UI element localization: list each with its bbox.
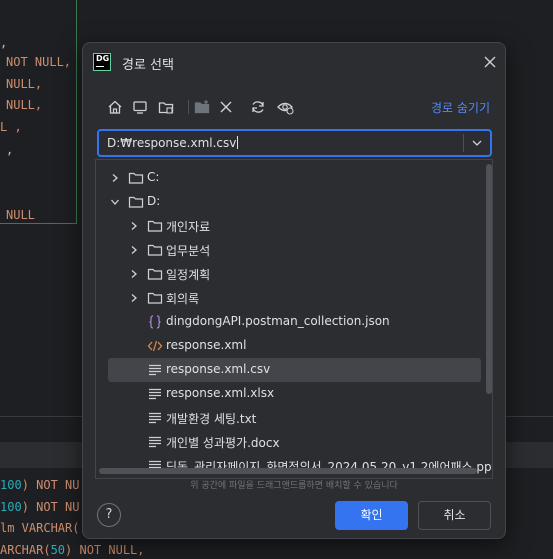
xml-file-icon bbox=[147, 340, 163, 352]
refresh-icon[interactable] bbox=[249, 98, 267, 116]
code-line: , bbox=[0, 36, 8, 50]
tree-item-label: 회의록 bbox=[166, 292, 200, 306]
new-folder-icon[interactable] bbox=[193, 98, 211, 116]
tree-item-label: 업무분석 bbox=[166, 244, 211, 258]
tree-item-folder[interactable]: 업무분석 bbox=[96, 238, 492, 262]
file-tree[interactable]: C: D: 개인자료 업무분석 일정계획 회의록 dingdongAPI.pos… bbox=[95, 159, 493, 479]
tree-item-label: 일정계획 bbox=[166, 268, 211, 282]
tree-item-file[interactable]: 딩동_관리자페이지_화면정의서_2024.05.20_v1.2에어패스.ppt bbox=[96, 454, 492, 478]
folder-icon bbox=[147, 220, 163, 232]
datagrip-logo-icon: DG bbox=[93, 53, 111, 71]
vertical-scrollbar[interactable] bbox=[486, 164, 492, 394]
path-select-dialog: DG 경로 선택 경로 숨기기 D:₩response.xml.csv C: D… bbox=[82, 42, 506, 539]
dropdown-separator bbox=[463, 134, 464, 152]
ok-button[interactable]: 확인 bbox=[335, 501, 408, 530]
code-line: , bbox=[6, 143, 14, 157]
code-line: NULL, bbox=[6, 77, 43, 91]
home-icon[interactable] bbox=[106, 98, 124, 116]
desktop-icon[interactable] bbox=[131, 98, 149, 116]
tree-item-file[interactable]: response.xml.xlsx bbox=[96, 382, 492, 406]
tree-item-drive-c[interactable]: C: bbox=[96, 166, 492, 190]
toolbar-separator bbox=[188, 100, 189, 114]
folder-icon bbox=[128, 172, 144, 184]
tree-item-label: D: bbox=[147, 194, 161, 208]
folder-icon bbox=[147, 292, 163, 304]
chevron-down-icon[interactable] bbox=[110, 197, 120, 207]
folder-icon bbox=[147, 268, 163, 280]
tree-item-drive-d[interactable]: D: bbox=[96, 190, 492, 214]
json-file-icon bbox=[149, 315, 161, 329]
delete-icon[interactable] bbox=[217, 98, 235, 116]
tree-item-file[interactable]: 개인별 성과평가.docx bbox=[96, 430, 492, 454]
tree-item-label: C: bbox=[147, 170, 160, 184]
code-line: NOT NULL, bbox=[6, 55, 72, 69]
drag-drop-hint: 위 공간에 파일을 드래그앤드롭하면 배치할 수 있습니다 bbox=[190, 481, 398, 491]
tree-item-label: 개인자료 bbox=[166, 220, 211, 234]
folder-icon bbox=[147, 244, 163, 256]
text-file-icon bbox=[149, 436, 161, 448]
editor-selection-box bbox=[0, 0, 77, 224]
hide-path-link[interactable]: 경로 숨기기 bbox=[431, 99, 490, 116]
code-line: ARCHAR(50) NOT NULL, bbox=[0, 543, 145, 557]
dialog-titlebar[interactable]: DG 경로 선택 bbox=[83, 43, 505, 81]
help-button[interactable]: ? bbox=[97, 503, 121, 527]
horizontal-scrollbar[interactable] bbox=[99, 468, 477, 474]
text-file-icon bbox=[149, 364, 161, 376]
dialog-title: 경로 선택 bbox=[122, 58, 174, 73]
tree-item-file[interactable]: dingdongAPI.postman_collection.json bbox=[96, 310, 492, 334]
cancel-button[interactable]: 취소 bbox=[418, 501, 491, 530]
text-file-icon bbox=[149, 388, 161, 400]
tree-item-folder[interactable]: 개인자료 bbox=[96, 214, 492, 238]
tree-item-label: 개발환경 세팅.txt bbox=[166, 412, 257, 426]
tree-item-label: dingdongAPI.postman_collection.json bbox=[166, 314, 390, 328]
chevron-right-icon[interactable] bbox=[110, 173, 120, 183]
tree-item-label: response.xml bbox=[166, 338, 247, 352]
tree-item-label: response.xml.csv bbox=[166, 362, 271, 376]
show-hidden-icon[interactable] bbox=[276, 98, 294, 116]
tree-item-file[interactable]: 개발환경 세팅.txt bbox=[96, 406, 492, 430]
tree-item-file-selected[interactable]: response.xml.csv bbox=[108, 358, 481, 382]
close-icon[interactable] bbox=[482, 54, 498, 70]
chevron-right-icon[interactable] bbox=[129, 293, 139, 303]
tree-item-label: response.xml.xlsx bbox=[166, 386, 275, 400]
chevron-down-icon[interactable] bbox=[471, 138, 483, 148]
path-input-value[interactable]: D:₩response.xml.csv bbox=[107, 136, 238, 150]
tree-item-folder[interactable]: 회의록 bbox=[96, 286, 492, 310]
folder-icon bbox=[128, 196, 144, 208]
tree-item-folder[interactable]: 일정계획 bbox=[96, 262, 492, 286]
code-line: 100) NOT NU bbox=[0, 478, 80, 492]
path-input[interactable]: D:₩response.xml.csv bbox=[97, 129, 492, 157]
tree-item-file[interactable]: response.xml bbox=[96, 334, 492, 358]
tree-item-label: 개인별 성과평가.docx bbox=[166, 436, 280, 450]
code-line: lm VARCHAR( bbox=[0, 521, 80, 535]
code-line: NULL bbox=[6, 208, 35, 222]
code-line: 100) NOT NU bbox=[0, 500, 80, 514]
chevron-right-icon[interactable] bbox=[129, 269, 139, 279]
project-folder-icon[interactable] bbox=[157, 98, 175, 116]
code-line: L , bbox=[0, 120, 22, 134]
chevron-right-icon[interactable] bbox=[129, 245, 139, 255]
code-line: NULL, bbox=[6, 98, 43, 112]
text-file-icon bbox=[149, 412, 161, 424]
chevron-right-icon[interactable] bbox=[129, 221, 139, 231]
